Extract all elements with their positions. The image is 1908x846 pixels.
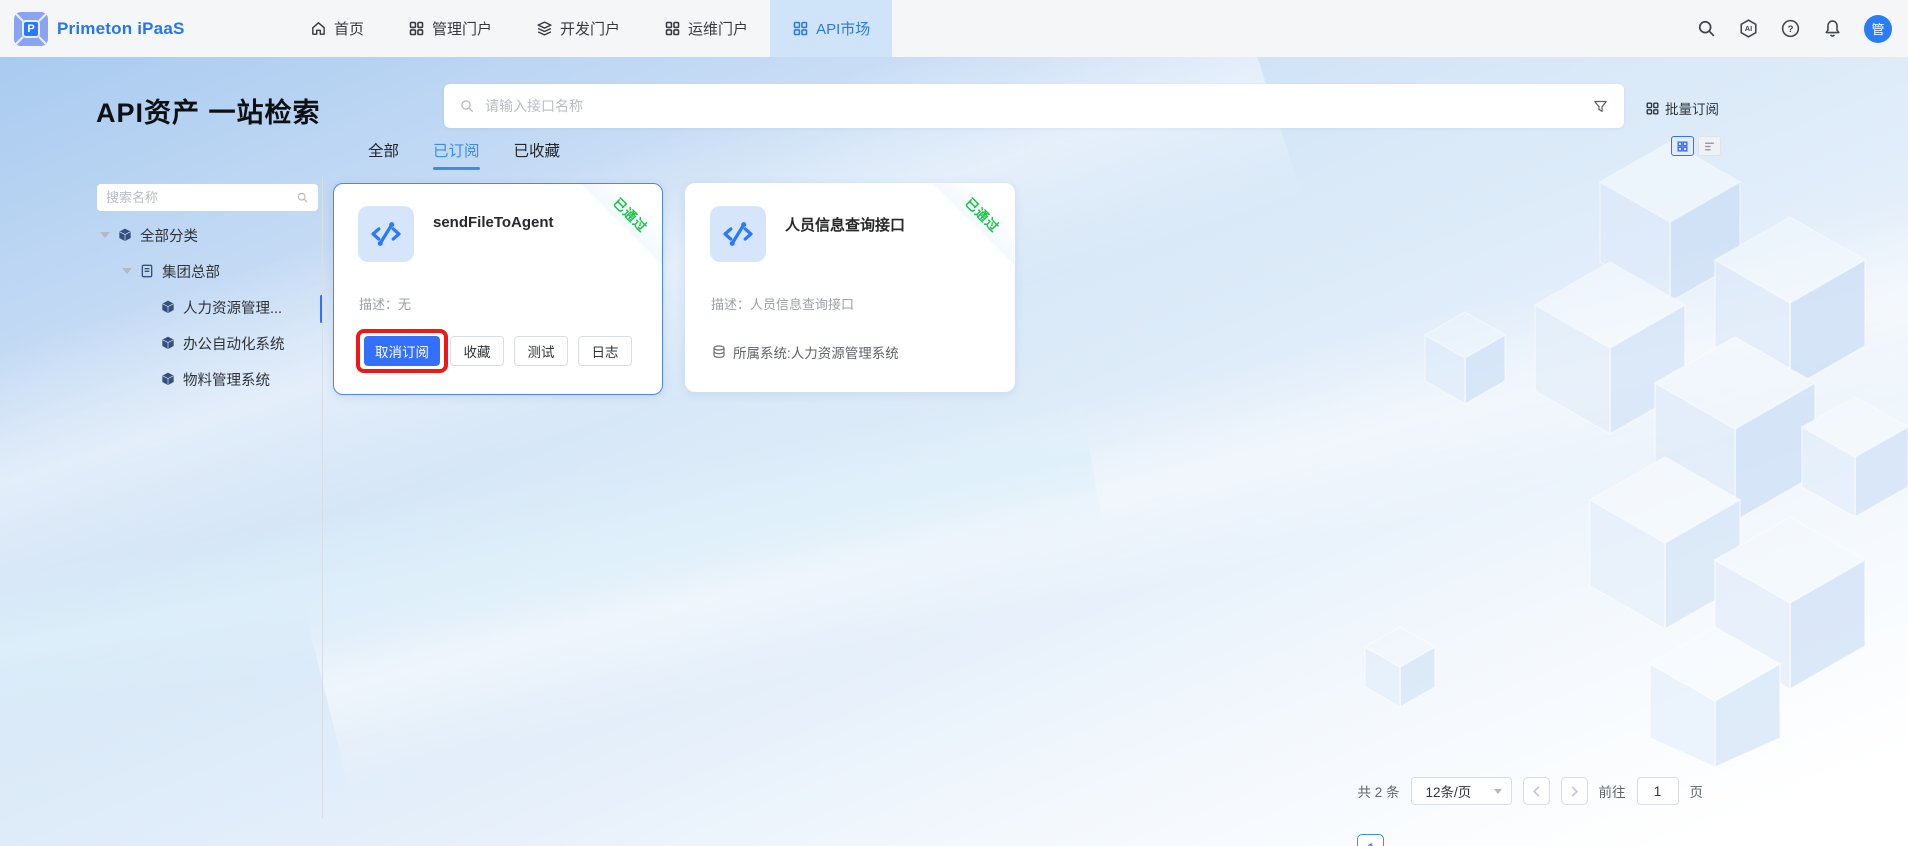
nav-item-dev-portal[interactable]: 开发门户 (514, 0, 642, 57)
nav-item-ops-portal[interactable]: 运维门户 (642, 0, 770, 57)
status-ribbon: 已通过 (928, 184, 1014, 270)
svg-text:AI: AI (1745, 24, 1752, 33)
page-number-1[interactable]: 1 (1357, 834, 1385, 846)
nav-item-admin-portal[interactable]: 管理门户 (386, 0, 514, 57)
api-card-sendfiletoagent[interactable]: sendFileToAgent 已通过 描述：无 取消订阅 收藏 测试 日志 (333, 183, 663, 395)
approved-badge: 已通过 (576, 184, 662, 270)
chevron-down-icon (1493, 788, 1502, 794)
list-view-button[interactable] (1698, 136, 1721, 156)
view-toggle (1671, 136, 1721, 156)
cube-icon (162, 300, 174, 313)
help-icon[interactable]: ? (1780, 18, 1801, 39)
grid-icon (665, 21, 680, 36)
favorite-button[interactable]: 收藏 (450, 336, 504, 366)
main-nav: 首页 管理门户 开发门户 运维门户 API市场 (288, 0, 893, 57)
brand-name: Primeton iPaaS (57, 18, 185, 38)
cubes-illustration (1363, 141, 1908, 769)
caret-down-icon[interactable] (100, 232, 110, 238)
category-tree: 全部分类 集团总部 人力资源管理... 办公自动化系统 物料管理系统 (88, 217, 318, 397)
list-view-icon (1705, 142, 1714, 150)
pagination: 共 2 条 12条/页 1 前往 页 (1357, 777, 1704, 846)
document-icon (141, 264, 153, 278)
status-ribbon: 已通过 (576, 184, 662, 270)
nav-item-api-market[interactable]: API市场 (770, 0, 893, 57)
grid-icon (793, 21, 808, 36)
cube-icon (162, 336, 174, 349)
api-search-input[interactable] (485, 98, 1592, 114)
nav-item-home[interactable]: 首页 (288, 0, 386, 57)
tree-item-group-hq[interactable]: 集团总部 (88, 253, 318, 289)
tab-subscribed[interactable]: 已订阅 (433, 139, 480, 170)
prev-page-button[interactable] (1522, 777, 1550, 805)
search-icon[interactable] (1696, 18, 1717, 39)
layers-icon (537, 21, 552, 36)
category-search (97, 184, 318, 211)
api-icon (358, 206, 414, 262)
user-avatar[interactable]: 管 (1864, 14, 1892, 43)
tree-item-oa-system[interactable]: 办公自动化系统 (88, 325, 318, 361)
test-button[interactable]: 测试 (514, 336, 568, 366)
page-unit-label: 页 (1689, 785, 1704, 800)
sidebar-divider (322, 177, 323, 818)
api-market-page: API资产 一站检索 批量订阅 全部 已订阅 已收藏 全部分类 (0, 57, 1908, 846)
grid-view-icon (1677, 140, 1688, 152)
filter-icon[interactable] (1592, 98, 1609, 115)
brand[interactable]: P Primeton iPaaS (0, 11, 270, 46)
grid-icon (409, 21, 424, 36)
result-tabs: 全部 已订阅 已收藏 (368, 139, 560, 170)
api-description: 描述：人员信息查询接口 (711, 297, 855, 312)
api-title: sendFileToAgent (433, 214, 554, 231)
chevron-left-icon (1532, 785, 1539, 797)
ai-assistant-icon[interactable]: AI (1738, 18, 1759, 39)
tree-item-material-system[interactable]: 物料管理系统 (88, 361, 318, 397)
page-title: API资产 一站检索 (96, 98, 321, 128)
api-description: 描述：无 (359, 297, 412, 312)
goto-page-input[interactable] (1636, 777, 1679, 805)
page-size-select[interactable]: 12条/页 (1410, 777, 1512, 805)
top-navbar: P Primeton iPaaS 首页 管理门户 开发门户 运维门户 API市场… (0, 0, 1908, 57)
api-search-bar (444, 84, 1624, 128)
card-actions: 取消订阅 收藏 测试 日志 (364, 336, 632, 366)
goto-label: 前往 (1598, 785, 1626, 800)
grid-view-button[interactable] (1671, 136, 1694, 156)
tab-favorites[interactable]: 已收藏 (514, 139, 561, 170)
cube-icon (119, 228, 131, 241)
category-search-input[interactable] (106, 190, 296, 205)
api-title: 人员信息查询接口 (785, 217, 906, 234)
tab-all[interactable]: 全部 (368, 139, 399, 170)
unsubscribe-button[interactable]: 取消订阅 (364, 336, 440, 366)
log-button[interactable]: 日志 (578, 336, 632, 366)
approved-badge: 已通过 (928, 184, 1014, 270)
search-icon (461, 100, 474, 113)
bell-icon[interactable] (1822, 18, 1843, 39)
caret-down-icon[interactable] (122, 268, 132, 274)
primeton-logo-icon: P (14, 11, 48, 46)
svg-text:?: ? (1788, 24, 1794, 35)
total-count: 共 2 条 (1357, 785, 1400, 800)
batch-subscribe-button[interactable]: 批量订阅 (1645, 98, 1719, 118)
navbar-actions: AI ? 管 (1696, 0, 1892, 57)
tree-item-hr-system[interactable]: 人力资源管理... (88, 289, 318, 325)
database-icon (713, 345, 725, 358)
cube-icon (162, 372, 174, 385)
next-page-button[interactable] (1560, 777, 1588, 805)
owning-system: 所属系统:人力资源管理系统 (711, 342, 899, 362)
home-icon (312, 22, 325, 35)
api-icon (710, 206, 766, 262)
background-streak (0, 383, 1104, 741)
chevron-right-icon (1571, 785, 1578, 797)
grid-icon (1646, 102, 1659, 114)
tree-item-all-categories[interactable]: 全部分类 (88, 217, 318, 253)
search-icon (297, 192, 308, 203)
api-card-personnel-query[interactable]: 人员信息查询接口 已通过 描述：人员信息查询接口 所属系统:人力资源管理系统 (685, 183, 1015, 392)
